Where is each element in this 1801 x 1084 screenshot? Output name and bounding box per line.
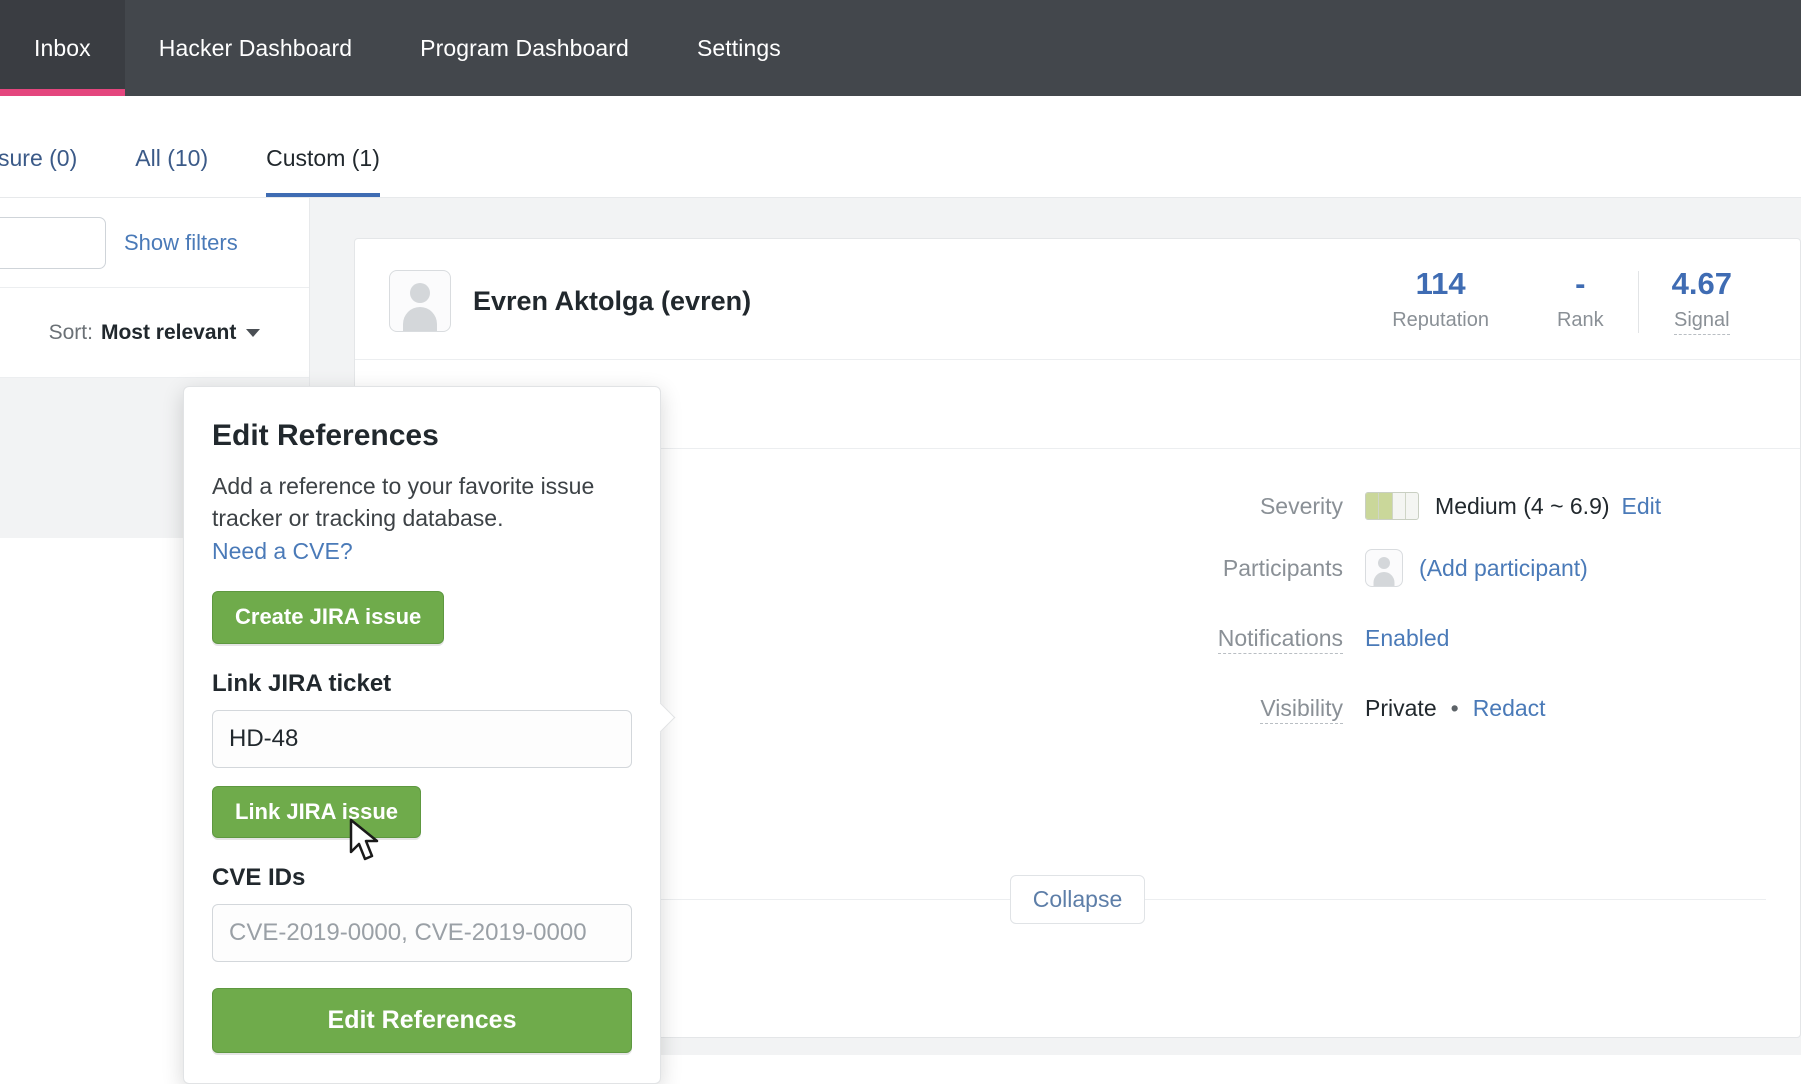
nav-item-label: Settings (697, 35, 781, 62)
sort-control[interactable]: Sort: Most relevant (0, 288, 309, 378)
severity-value-group: Medium (4 ~ 6.9) Edit (1365, 492, 1661, 520)
visibility-label: Visibility (1105, 695, 1365, 722)
stat-value: 114 (1392, 267, 1489, 301)
nav-item-settings[interactable]: Settings (663, 0, 815, 96)
edit-references-submit-button[interactable]: Edit References (212, 988, 632, 1054)
tab-disclosure[interactable]: isclosure (0) (0, 96, 77, 198)
filter-row: Show filters (0, 198, 309, 288)
tab-label: Custom (1) (266, 145, 380, 172)
stat-rank: - Rank (1523, 267, 1638, 332)
notifications-label-text: Notifications (1218, 625, 1343, 654)
collapse-button[interactable]: Collapse (1010, 875, 1146, 924)
nav-item-label: Hacker Dashboard (159, 35, 352, 62)
cve-ids-label: CVE IDs (212, 864, 632, 892)
severity-edit-link[interactable]: Edit (1622, 493, 1662, 520)
severity-meter-icon (1365, 492, 1419, 520)
severity-value: Medium (4 ~ 6.9) (1435, 493, 1610, 520)
create-jira-issue-button[interactable]: Create JIRA issue (212, 591, 444, 643)
notifications-value[interactable]: Enabled (1365, 625, 1449, 652)
tab-label: isclosure (0) (0, 145, 77, 172)
tab-custom[interactable]: Custom (1) (266, 96, 380, 198)
severity-label: Severity (1105, 493, 1365, 520)
meta-row-severity: Severity Medium (4 ~ 6.9) Edit (1105, 479, 1766, 533)
notifications-label: Notifications (1105, 625, 1365, 652)
nav-item-hacker-dashboard[interactable]: Hacker Dashboard (125, 0, 386, 96)
visibility-value: Private (1365, 695, 1437, 722)
popover-description: Add a reference to your favorite issue t… (212, 471, 632, 534)
visibility-value-group: Private • Redact (1365, 695, 1546, 722)
chevron-down-icon (246, 329, 260, 337)
tab-all[interactable]: All (10) (135, 96, 208, 198)
sort-value: Most relevant (101, 321, 236, 345)
nav-item-program-dashboard[interactable]: Program Dashboard (386, 0, 663, 96)
stat-signal: 4.67 Signal (1638, 267, 1766, 335)
link-jira-ticket-input[interactable] (212, 710, 632, 768)
bullet-separator-icon: • (1451, 695, 1459, 722)
reporter-name: Evren Aktolga (evren) (473, 286, 751, 317)
participants-label: Participants (1105, 555, 1365, 582)
nav-item-label: Inbox (34, 35, 91, 62)
meta-row-notifications: Notifications Enabled (1105, 603, 1766, 673)
need-a-cve-link[interactable]: Need a CVE? (212, 538, 353, 565)
search-input[interactable] (0, 217, 106, 269)
participants-value-group: (Add participant) (1365, 549, 1588, 587)
user-avatar-icon (389, 270, 451, 332)
popover-title: Edit References (212, 419, 632, 453)
stat-value: - (1557, 267, 1604, 301)
participant-avatar-icon (1365, 549, 1403, 587)
reporter-stats: 114 Reputation - Rank 4.67 Signal (1358, 267, 1766, 335)
edit-references-popover: Edit References Add a reference to your … (183, 386, 661, 1084)
stat-reputation: 114 Reputation (1358, 267, 1523, 332)
sort-prefix-label: Sort: (49, 321, 93, 345)
add-participant-link[interactable]: (Add participant) (1419, 555, 1588, 582)
stat-value: 4.67 (1672, 267, 1732, 301)
stat-label[interactable]: Signal (1674, 309, 1730, 335)
meta-row-visibility: Visibility Private • Redact (1105, 673, 1766, 743)
nav-item-inbox[interactable]: Inbox (0, 0, 125, 96)
filter-tab-strip: isclosure (0) All (10) Custom (1) (0, 96, 1801, 198)
report-card-header: Evren Aktolga (evren) 114 Reputation - R… (355, 239, 1800, 360)
visibility-label-text: Visibility (1260, 695, 1343, 724)
stat-label: Reputation (1392, 309, 1489, 332)
tab-label: All (10) (135, 145, 208, 172)
nav-item-label: Program Dashboard (420, 35, 629, 62)
meta-row-participants: Participants (Add participant) (1105, 533, 1766, 603)
show-filters-link[interactable]: Show filters (124, 230, 238, 256)
top-navigation-bar: Inbox Hacker Dashboard Program Dashboard… (0, 0, 1801, 96)
redact-link[interactable]: Redact (1473, 695, 1546, 722)
stat-label: Rank (1557, 309, 1604, 332)
report-meta-right-column: Severity Medium (4 ~ 6.9) Edit Participa… (1105, 479, 1766, 819)
link-jira-issue-button[interactable]: Link JIRA issue (212, 786, 421, 838)
cve-ids-input[interactable] (212, 904, 632, 962)
link-jira-ticket-label: Link JIRA ticket (212, 670, 632, 698)
